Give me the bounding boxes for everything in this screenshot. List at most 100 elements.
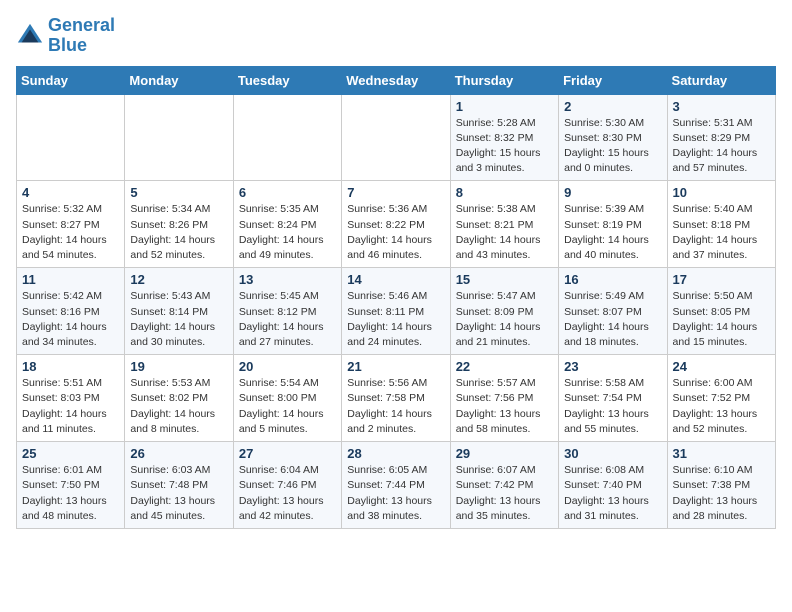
calendar-cell: 23 Sunrise: 5:58 AM Sunset: 7:54 PM Dayli…	[559, 355, 667, 442]
day-info: Sunrise: 5:51 AM Sunset: 8:03 PM Dayligh…	[22, 376, 119, 437]
day-number: 30	[564, 446, 661, 461]
calendar-cell: 8 Sunrise: 5:38 AM Sunset: 8:21 PM Daylig…	[450, 181, 558, 268]
calendar-cell: 11 Sunrise: 5:42 AM Sunset: 8:16 PM Dayli…	[17, 268, 125, 355]
day-number: 12	[130, 272, 227, 287]
day-number: 25	[22, 446, 119, 461]
day-number: 3	[673, 99, 770, 114]
day-info: Sunrise: 5:30 AM Sunset: 8:30 PM Dayligh…	[564, 116, 661, 177]
day-header-wednesday: Wednesday	[342, 66, 450, 94]
day-number: 20	[239, 359, 336, 374]
calendar-cell: 4 Sunrise: 5:32 AM Sunset: 8:27 PM Daylig…	[17, 181, 125, 268]
day-number: 8	[456, 185, 553, 200]
day-header-monday: Monday	[125, 66, 233, 94]
day-info: Sunrise: 6:07 AM Sunset: 7:42 PM Dayligh…	[456, 463, 553, 524]
logo-text: General Blue	[48, 16, 115, 56]
day-info: Sunrise: 5:58 AM Sunset: 7:54 PM Dayligh…	[564, 376, 661, 437]
day-info: Sunrise: 6:10 AM Sunset: 7:38 PM Dayligh…	[673, 463, 770, 524]
day-info: Sunrise: 5:42 AM Sunset: 8:16 PM Dayligh…	[22, 289, 119, 350]
day-info: Sunrise: 5:40 AM Sunset: 8:18 PM Dayligh…	[673, 202, 770, 263]
calendar-cell: 6Sunrise: 5:35 AM Sunset: 8:24 PM Daylig…	[233, 181, 341, 268]
day-number: 10	[673, 185, 770, 200]
calendar-cell	[125, 94, 233, 181]
logo-icon	[16, 22, 44, 50]
day-number: 19	[130, 359, 227, 374]
day-info: Sunrise: 5:39 AM Sunset: 8:19 PM Dayligh…	[564, 202, 661, 263]
day-info: Sunrise: 6:05 AM Sunset: 7:44 PM Dayligh…	[347, 463, 444, 524]
day-number: 4	[22, 185, 119, 200]
day-number: 23	[564, 359, 661, 374]
calendar-cell: 9 Sunrise: 5:39 AM Sunset: 8:19 PM Daylig…	[559, 181, 667, 268]
header: General Blue	[16, 16, 776, 56]
day-number: 26	[130, 446, 227, 461]
day-number: 14	[347, 272, 444, 287]
day-number: 28	[347, 446, 444, 461]
day-number: 9	[564, 185, 661, 200]
calendar-cell: 5 Sunrise: 5:34 AM Sunset: 8:26 PM Daylig…	[125, 181, 233, 268]
calendar-cell	[233, 94, 341, 181]
calendar-cell: 1 Sunrise: 5:28 AM Sunset: 8:32 PM Daylig…	[450, 94, 558, 181]
day-info: Sunrise: 6:08 AM Sunset: 7:40 PM Dayligh…	[564, 463, 661, 524]
calendar-cell: 22Sunrise: 5:57 AM Sunset: 7:56 PM Dayli…	[450, 355, 558, 442]
day-info: Sunrise: 5:56 AM Sunset: 7:58 PM Dayligh…	[347, 376, 444, 437]
calendar-cell: 12 Sunrise: 5:43 AM Sunset: 8:14 PM Dayli…	[125, 268, 233, 355]
calendar-cell: 2 Sunrise: 5:30 AM Sunset: 8:30 PM Daylig…	[559, 94, 667, 181]
day-header-sunday: Sunday	[17, 66, 125, 94]
calendar-cell: 14 Sunrise: 5:46 AM Sunset: 8:11 PM Dayli…	[342, 268, 450, 355]
calendar-cell: 18 Sunrise: 5:51 AM Sunset: 8:03 PM Dayli…	[17, 355, 125, 442]
day-header-saturday: Saturday	[667, 66, 775, 94]
day-number: 13	[239, 272, 336, 287]
day-header-thursday: Thursday	[450, 66, 558, 94]
calendar-cell: 3 Sunrise: 5:31 AM Sunset: 8:29 PM Daylig…	[667, 94, 775, 181]
day-info: Sunrise: 5:34 AM Sunset: 8:26 PM Dayligh…	[130, 202, 227, 263]
day-info: Sunrise: 5:50 AM Sunset: 8:05 PM Dayligh…	[673, 289, 770, 350]
day-number: 27	[239, 446, 336, 461]
day-number: 21	[347, 359, 444, 374]
calendar-cell: 31 Sunrise: 6:10 AM Sunset: 7:38 PM Dayli…	[667, 442, 775, 529]
day-info: Sunrise: 6:00 AM Sunset: 7:52 PM Dayligh…	[673, 376, 770, 437]
day-number: 15	[456, 272, 553, 287]
day-info: Sunrise: 5:32 AM Sunset: 8:27 PM Dayligh…	[22, 202, 119, 263]
calendar-cell: 26 Sunrise: 6:03 AM Sunset: 7:48 PM Dayli…	[125, 442, 233, 529]
day-number: 31	[673, 446, 770, 461]
day-info: Sunrise: 6:03 AM Sunset: 7:48 PM Dayligh…	[130, 463, 227, 524]
calendar-cell: 15 Sunrise: 5:47 AM Sunset: 8:09 PM Dayli…	[450, 268, 558, 355]
day-number: 24	[673, 359, 770, 374]
calendar-cell: 10 Sunrise: 5:40 AM Sunset: 8:18 PM Dayli…	[667, 181, 775, 268]
calendar-cell	[342, 94, 450, 181]
calendar-cell: 19 Sunrise: 5:53 AM Sunset: 8:02 PM Dayli…	[125, 355, 233, 442]
day-info: Sunrise: 6:04 AM Sunset: 7:46 PM Dayligh…	[239, 463, 336, 524]
calendar-cell: 28 Sunrise: 6:05 AM Sunset: 7:44 PM Dayli…	[342, 442, 450, 529]
day-info: Sunrise: 6:01 AM Sunset: 7:50 PM Dayligh…	[22, 463, 119, 524]
day-number: 1	[456, 99, 553, 114]
day-info: Sunrise: 5:46 AM Sunset: 8:11 PM Dayligh…	[347, 289, 444, 350]
calendar-cell: 13 Sunrise: 5:45 AM Sunset: 8:12 PM Dayli…	[233, 268, 341, 355]
day-number: 16	[564, 272, 661, 287]
day-info: Sunrise: 5:36 AM Sunset: 8:22 PM Dayligh…	[347, 202, 444, 263]
day-info: Sunrise: 5:38 AM Sunset: 8:21 PM Dayligh…	[456, 202, 553, 263]
calendar-cell: 27 Sunrise: 6:04 AM Sunset: 7:46 PM Dayli…	[233, 442, 341, 529]
logo: General Blue	[16, 16, 115, 56]
day-info: Sunrise: 5:28 AM Sunset: 8:32 PM Dayligh…	[456, 116, 553, 177]
day-number: 18	[22, 359, 119, 374]
day-header-tuesday: Tuesday	[233, 66, 341, 94]
day-number: 2	[564, 99, 661, 114]
day-number: 29	[456, 446, 553, 461]
calendar-cell: 16 Sunrise: 5:49 AM Sunset: 8:07 PM Dayli…	[559, 268, 667, 355]
day-info: Sunrise: 5:53 AM Sunset: 8:02 PM Dayligh…	[130, 376, 227, 437]
day-info: Sunrise: 5:54 AM Sunset: 8:00 PM Dayligh…	[239, 376, 336, 437]
day-number: 5	[130, 185, 227, 200]
day-header-friday: Friday	[559, 66, 667, 94]
day-info: Sunrise: 5:49 AM Sunset: 8:07 PM Dayligh…	[564, 289, 661, 350]
day-number: 17	[673, 272, 770, 287]
calendar-cell: 17 Sunrise: 5:50 AM Sunset: 8:05 PM Dayli…	[667, 268, 775, 355]
day-info: Sunrise: 5:45 AM Sunset: 8:12 PM Dayligh…	[239, 289, 336, 350]
calendar-cell	[17, 94, 125, 181]
day-info: Sunrise: 5:47 AM Sunset: 8:09 PM Dayligh…	[456, 289, 553, 350]
day-info: Sunrise: 5:43 AM Sunset: 8:14 PM Dayligh…	[130, 289, 227, 350]
day-number: 7	[347, 185, 444, 200]
day-info: Sunrise: 5:31 AM Sunset: 8:29 PM Dayligh…	[673, 116, 770, 177]
day-number: 11	[22, 272, 119, 287]
calendar-cell: 7 Sunrise: 5:36 AM Sunset: 8:22 PM Daylig…	[342, 181, 450, 268]
calendar-cell: 25 Sunrise: 6:01 AM Sunset: 7:50 PM Dayli…	[17, 442, 125, 529]
day-number: 22	[456, 359, 553, 374]
